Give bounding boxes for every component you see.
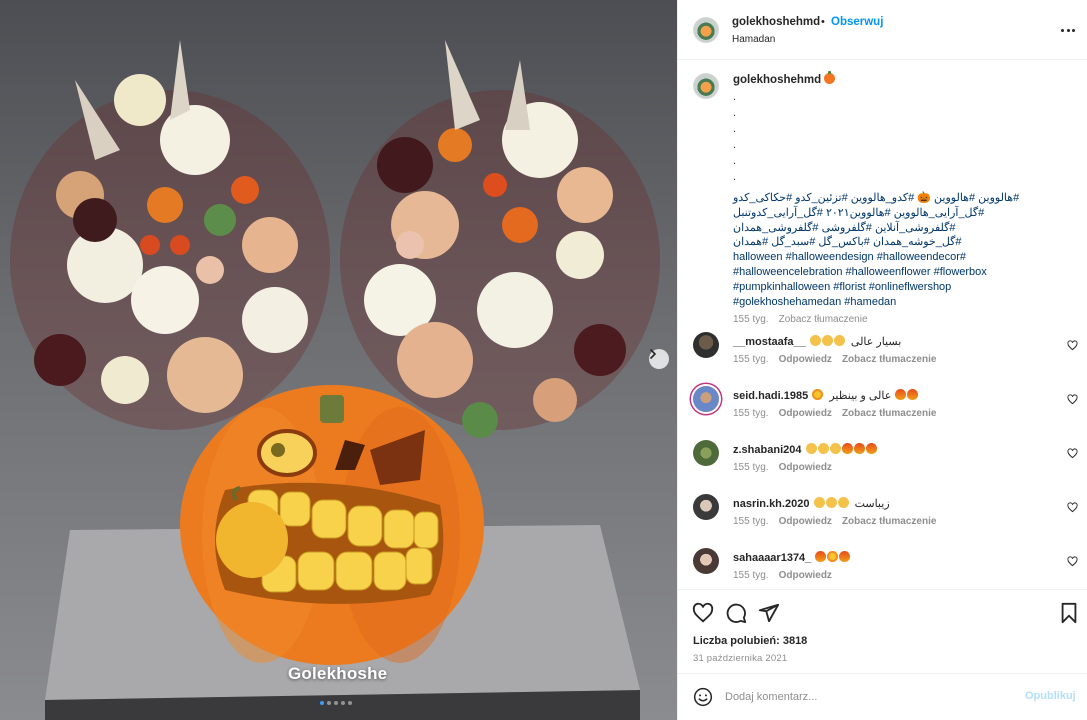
carousel-dot	[341, 701, 345, 705]
hashtags-persian[interactable]: #هالووین #هالووین 🎃 #کدو_هالووین #تزئین_…	[733, 191, 1033, 250]
see-translation-link[interactable]: Zobacz tłumaczenie	[842, 408, 936, 419]
like-comment-heart-icon[interactable]	[1067, 394, 1078, 405]
comment-time[interactable]: 155 tyg.	[733, 570, 769, 581]
pumpkin-emoji-icon	[824, 71, 836, 84]
fire-emoji-icon	[815, 551, 827, 562]
comment-input[interactable]	[725, 687, 1015, 707]
avatar-with-story-ring[interactable]	[693, 386, 719, 412]
post-date[interactable]: 31 października 2021	[693, 653, 787, 664]
clap-emoji-icon	[805, 443, 817, 454]
header-username[interactable]: golekhoshehmd	[732, 16, 820, 28]
reply-button[interactable]: Odpowiedz	[779, 570, 832, 581]
comment-username[interactable]: z.shabani204	[733, 444, 801, 456]
more-dot-icon	[1061, 28, 1064, 32]
post-comment-button[interactable]: Opublikuj	[1025, 690, 1076, 702]
more-dot-icon	[1066, 28, 1070, 32]
header-separator: •	[821, 16, 825, 28]
post-actions: Liczba polubień: 3818 31 października 20…	[678, 589, 1087, 673]
comment-time[interactable]: 155 tyg.	[733, 408, 769, 419]
post-image: Golekhoshe	[0, 0, 677, 720]
post-side-panel: golekhoshehmd • Obserwuj Hamadan golekho…	[677, 0, 1087, 720]
comment-item: sahaaaar1374_ 155 tyg. Odpowiedz	[693, 548, 1087, 589]
post-location[interactable]: Hamadan	[732, 34, 775, 45]
comment-item: seid.hadi.1985 عالی و بینظیر 155 tyg. Odp…	[693, 386, 1087, 430]
comment-item: nasrin.kh.2020 زیباست 155 tyg. Odpowiedz Z…	[693, 494, 1087, 538]
like-heart-icon[interactable]	[692, 602, 714, 624]
like-comment-heart-icon[interactable]	[1067, 502, 1078, 513]
avatar[interactable]	[693, 440, 719, 466]
clap-emoji-icon	[825, 497, 837, 508]
clap-emoji-icon	[813, 497, 825, 508]
see-translation-link[interactable]: Zobacz tłumaczenie	[842, 516, 936, 527]
comment-username[interactable]: nasrin.kh.2020	[733, 498, 809, 510]
avatar[interactable]	[693, 494, 719, 520]
image-watermark: Golekhoshe	[288, 664, 388, 683]
pumpkin-arrangement-photo	[10, 40, 660, 720]
comment-time[interactable]: 155 tyg.	[733, 516, 769, 527]
caption-meta: 155 tyg. Zobacz tłumaczenie	[733, 314, 868, 325]
more-options-button[interactable]	[1058, 22, 1078, 38]
comment-text: بسیار عالی	[850, 336, 902, 348]
fire-emoji-icon	[907, 389, 919, 400]
fire-emoji-icon	[841, 443, 853, 454]
chevron-right-icon	[650, 349, 657, 359]
avatar[interactable]	[693, 73, 719, 99]
caption-hashtags[interactable]: #هالووین #هالووین 🎃 #کدو_هالووین #تزئین_…	[733, 191, 1033, 309]
fire-emoji-icon	[839, 551, 851, 562]
fire-emoji-icon	[853, 443, 865, 454]
carousel-indicator	[320, 701, 352, 705]
reply-button[interactable]: Odpowiedz	[779, 516, 832, 527]
likes-count[interactable]: Liczba polubień: 3818	[693, 635, 807, 647]
like-comment-heart-icon[interactable]	[1067, 340, 1078, 351]
next-slide-button[interactable]	[649, 349, 669, 369]
clap-emoji-icon	[829, 443, 841, 454]
reply-button[interactable]: Odpowiedz	[779, 408, 832, 419]
comment-text: عالی و بینظیر	[829, 390, 892, 402]
comment-bubble-icon[interactable]	[725, 602, 747, 624]
comment-time[interactable]: 155 tyg.	[733, 354, 769, 365]
see-translation-link[interactable]: Zobacz tłumaczenie	[842, 354, 936, 365]
clap-emoji-icon	[837, 497, 849, 508]
add-comment-bar: Opublikuj	[678, 673, 1087, 720]
clap-emoji-icon	[809, 335, 821, 346]
clap-emoji-icon	[821, 335, 833, 346]
more-dot-icon	[1072, 28, 1075, 32]
follow-button[interactable]: Obserwuj	[831, 16, 883, 28]
caption-dot-lines: . . . . . .	[733, 91, 737, 183]
reply-button[interactable]: Odpowiedz	[779, 354, 832, 365]
caption-username[interactable]: golekhoshehmd	[733, 74, 821, 86]
carousel-dot	[334, 701, 338, 705]
carousel-dot-active	[320, 701, 324, 705]
clap-emoji-icon	[817, 443, 829, 454]
clap-emoji-icon	[833, 335, 845, 346]
caption-time[interactable]: 155 tyg.	[733, 314, 769, 325]
comment-username[interactable]: seid.hadi.1985	[733, 390, 808, 402]
fire-emoji-icon	[895, 389, 907, 400]
comment-username[interactable]: sahaaaar1374_	[733, 552, 811, 564]
comments-scroll-area[interactable]: golekhoshehmd . . . . . . #هالووین #هالو…	[678, 61, 1087, 589]
star-eyes-emoji-icon	[812, 389, 824, 400]
like-comment-heart-icon[interactable]	[1067, 556, 1078, 567]
hashtags-latin[interactable]: halloween #halloweendesign #halloweendec…	[733, 250, 1033, 309]
comment-item: __mostaafa__ بسیار عالی 155 tyg. Odpowied…	[693, 332, 1087, 376]
fire-emoji-icon	[865, 443, 877, 454]
like-comment-heart-icon[interactable]	[1067, 448, 1078, 459]
comment-time[interactable]: 155 tyg.	[733, 462, 769, 473]
carousel-dot	[327, 701, 331, 705]
carousel-dot	[348, 701, 352, 705]
avatar[interactable]	[693, 17, 719, 43]
avatar[interactable]	[693, 548, 719, 574]
comment-item: z.shabani204 155 tyg. Odpowiedz	[693, 440, 1087, 484]
save-bookmark-icon[interactable]	[1058, 602, 1080, 624]
star-eyes-emoji-icon	[827, 551, 839, 562]
reply-button[interactable]: Odpowiedz	[779, 462, 832, 473]
emoji-icon[interactable]	[693, 687, 713, 707]
avatar[interactable]	[693, 332, 719, 358]
share-paper-plane-icon[interactable]	[758, 602, 780, 624]
comment-username[interactable]: __mostaafa__	[733, 336, 806, 348]
comment-text: زیباست	[854, 498, 890, 510]
post-header: golekhoshehmd • Obserwuj Hamadan	[678, 0, 1087, 60]
see-translation-link[interactable]: Zobacz tłumaczenie	[779, 314, 868, 325]
